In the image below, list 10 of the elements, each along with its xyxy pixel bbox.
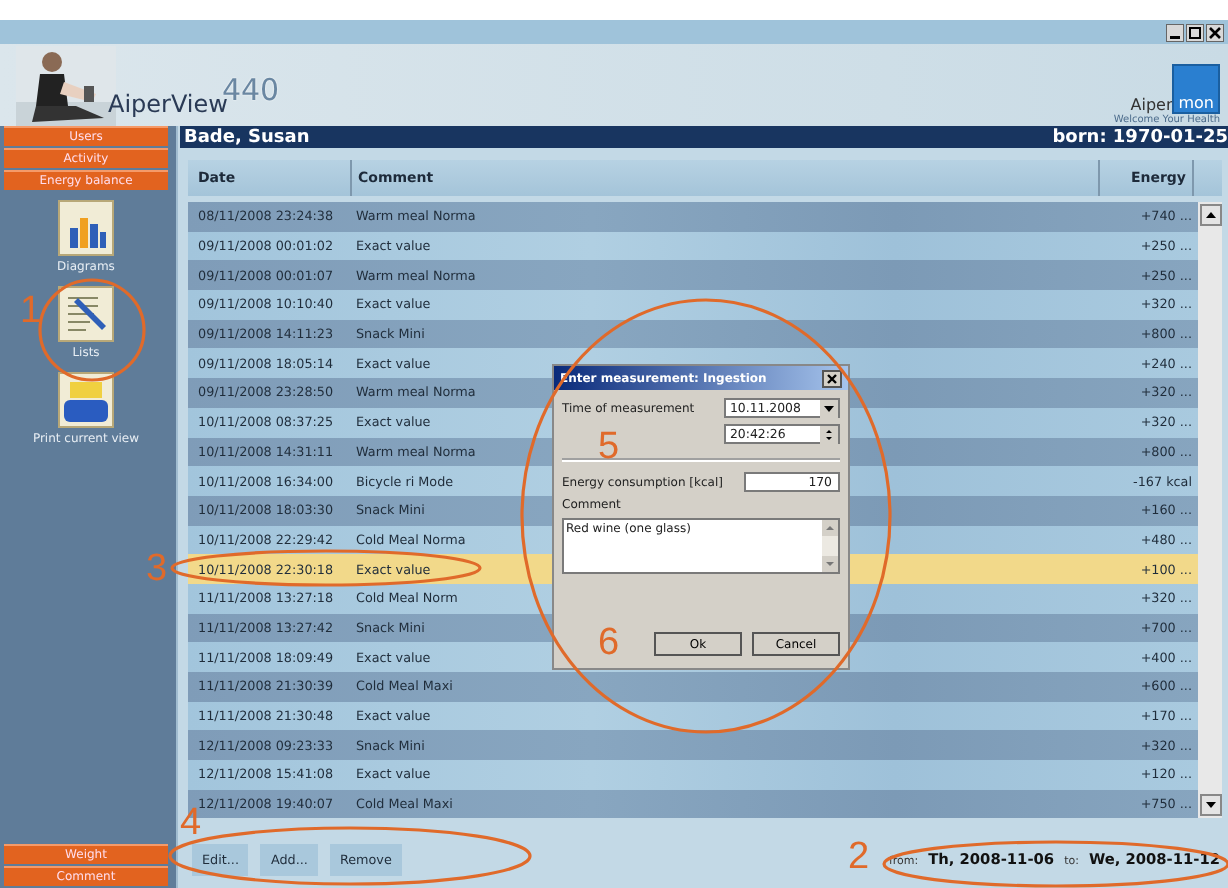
birth-date: born: 1970-01-25 — [1052, 127, 1228, 147]
app-name: AiperView — [108, 90, 228, 118]
brand-logo: mon — [1172, 64, 1220, 114]
patient-name: Bade, Susan — [184, 127, 310, 147]
annotation-number: 1 — [20, 292, 42, 330]
annotation-number: 6 — [598, 624, 620, 662]
annotation-number: 3 — [146, 550, 168, 588]
annotation-number: 2 — [848, 838, 870, 876]
brand-name: Aiper — [1130, 96, 1173, 114]
annotation-number: 5 — [598, 428, 620, 466]
